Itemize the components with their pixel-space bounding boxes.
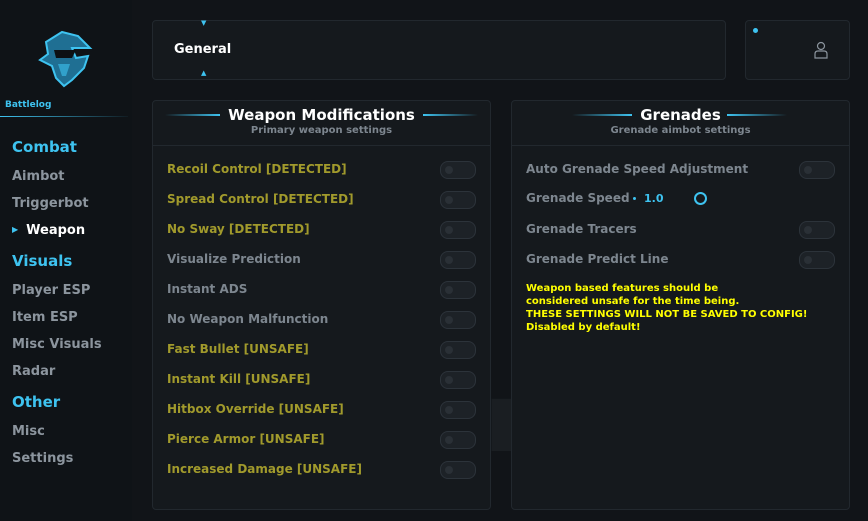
nav-item-radar[interactable]: Radar <box>12 364 55 379</box>
notice-line: Weapon based features should be <box>526 283 719 294</box>
option-label-no-weapon-malfunction: No Weapon Malfunction <box>167 312 329 326</box>
notice-line: Disabled by default! <box>526 322 641 333</box>
option-label-pierce-armor: Pierce Armor [UNSAFE] <box>167 432 325 446</box>
unsafe-notice: Weapon based features should be consider… <box>526 282 836 334</box>
brand-label: Battlelog <box>5 100 52 110</box>
panel-subtitle: Grenade aimbot settings <box>610 125 751 136</box>
panel-title: Grenades <box>640 106 721 124</box>
nav-section-combat: Combat <box>12 138 77 156</box>
chevron-up-icon: ▲ <box>201 69 207 77</box>
toggle-instant-kill[interactable] <box>440 371 476 389</box>
toggle-hitbox-override[interactable] <box>440 401 476 419</box>
toggle-grenade-tracers[interactable] <box>799 221 835 239</box>
nav-item-misc-visuals[interactable]: Misc Visuals <box>12 337 102 352</box>
option-label-no-sway: No Sway [DETECTED] <box>167 222 310 236</box>
panel-title: Weapon Modifications <box>228 106 415 124</box>
general-tab-bar[interactable]: ▼ General ▲ <box>152 19 726 80</box>
slider-dot-icon <box>633 197 636 200</box>
option-label-instant-kill: Instant Kill [UNSAFE] <box>167 372 311 386</box>
toggle-pierce-armor[interactable] <box>440 431 476 449</box>
notice-line: THESE SETTINGS WILL NOT BE SAVED TO CONF… <box>526 309 808 320</box>
profile-box[interactable] <box>745 20 850 80</box>
nav-item-aimbot[interactable]: Aimbot <box>12 169 65 184</box>
toggle-increased-damage[interactable] <box>440 461 476 479</box>
toggle-recoil-control[interactable] <box>440 161 476 179</box>
toggle-spread-control[interactable] <box>440 191 476 209</box>
notice-line: considered unsafe for the time being. <box>526 296 740 307</box>
option-label-grenade-speed: Grenade Speed <box>526 191 630 205</box>
option-label-auto-grenade-speed: Auto Grenade Speed Adjustment <box>526 162 749 176</box>
grenade-speed-slider[interactable] <box>694 192 707 205</box>
status-dot <box>753 28 758 33</box>
panel-subtitle: Primary weapon settings <box>250 125 393 136</box>
panel-divider <box>512 145 849 146</box>
panel-divider <box>153 145 490 146</box>
grenades-panel: Grenades Grenade aimbot settings Auto Gr… <box>511 100 850 510</box>
user-icon[interactable] <box>814 41 828 59</box>
option-label-increased-damage: Increased Damage [UNSAFE] <box>167 462 362 476</box>
grenade-speed-value: 1.0 <box>644 192 664 205</box>
nav-section-visuals: Visuals <box>12 252 73 270</box>
toggle-instant-ads[interactable] <box>440 281 476 299</box>
weapon-modifications-panel: Weapon Modifications Primary weapon sett… <box>152 100 491 510</box>
active-arrow-icon: ▶ <box>12 225 19 234</box>
option-label-grenade-tracers: Grenade Tracers <box>526 222 637 236</box>
brand-divider <box>0 116 128 117</box>
toggle-fast-bullet[interactable] <box>440 341 476 359</box>
nav-section-other: Other <box>12 393 61 411</box>
option-label-spread-control: Spread Control [DETECTED] <box>167 192 354 206</box>
nav-item-misc[interactable]: Misc <box>12 424 45 439</box>
nav-item-weapon[interactable]: ▶ Weapon <box>12 223 85 238</box>
nav-item-weapon-label: Weapon <box>26 223 86 238</box>
nav-item-player-esp[interactable]: Player ESP <box>12 283 90 298</box>
nav-item-triggerbot[interactable]: Triggerbot <box>12 196 89 211</box>
knight-helmet-logo <box>38 30 93 88</box>
toggle-no-sway[interactable] <box>440 221 476 239</box>
nav-item-settings[interactable]: Settings <box>12 451 73 466</box>
option-label-recoil-control: Recoil Control [DETECTED] <box>167 162 347 176</box>
nav-item-item-esp[interactable]: Item ESP <box>12 310 78 325</box>
chevron-down-icon: ▼ <box>201 19 207 27</box>
toggle-no-weapon-malfunction[interactable] <box>440 311 476 329</box>
option-label-fast-bullet: Fast Bullet [UNSAFE] <box>167 342 309 356</box>
sidebar: Battlelog Combat Aimbot Triggerbot ▶ Weap… <box>0 0 132 521</box>
tab-general[interactable]: General <box>174 42 231 57</box>
toggle-visualize-prediction[interactable] <box>440 251 476 269</box>
option-label-grenade-predict-line: Grenade Predict Line <box>526 252 669 266</box>
toggle-grenade-predict-line[interactable] <box>799 251 835 269</box>
option-label-instant-ads: Instant ADS <box>167 282 248 296</box>
option-label-visualize-prediction: Visualize Prediction <box>167 252 301 266</box>
toggle-auto-grenade-speed[interactable] <box>799 161 835 179</box>
option-label-hitbox-override: Hitbox Override [UNSAFE] <box>167 402 344 416</box>
